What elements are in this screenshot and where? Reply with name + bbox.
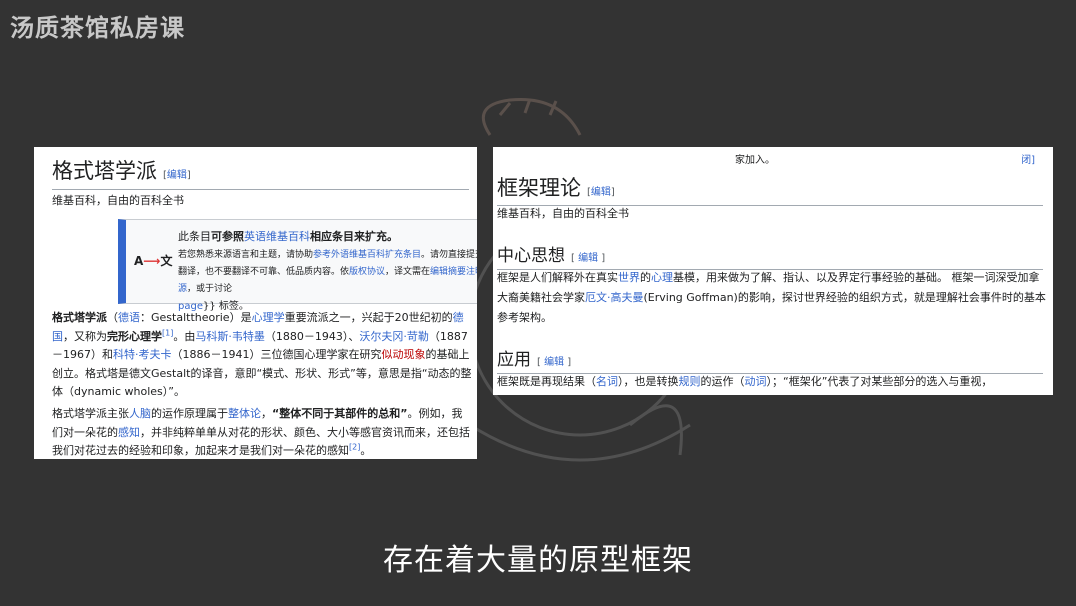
link-license[interactable]: 版权协议 [349, 267, 385, 277]
link-verb[interactable]: 动词 [745, 375, 767, 388]
link-koffka[interactable]: 科特·考夫卡 [113, 348, 172, 361]
core-paragraph: 框架是人们解释外在真实世界的心理基模，用来做为了解、指认、以及界定行事经验的基础… [497, 271, 1046, 324]
application-paragraph: 框架既是再现结果（名词），也是转换规则的运作（动词）；“框架化”代表了对某些部分… [497, 375, 993, 388]
link-brain[interactable]: 人脑 [129, 407, 151, 420]
video-subtitle: 存在着大量的原型框架 [383, 543, 693, 578]
expand-notice-box: A⟶文 此条目可参照英语维基百科相应条目来扩充。 若您熟悉来源语言和主题，请协助… [118, 219, 477, 312]
wiki-article-framing: 家加入。 闭] 框架理论 [编辑] 维基百科，自由的百科全书 中心思想[ 编辑 ]… [493, 147, 1053, 395]
article-tagline: 维基百科，自由的百科全书 [52, 194, 184, 207]
edit-link[interactable]: [ 编辑 ] [571, 253, 605, 264]
holism-paragraph: 格式塔学派主张人脑的运作原理属于整体论，“整体不同于其部件的总和”。例如，我们对… [52, 407, 470, 457]
watermark-logo: 汤质茶馆私房课 [10, 14, 185, 42]
section-heading-application: 应用[ 编辑 ] [497, 345, 1043, 374]
link-wertheimer[interactable]: 马科斯·韦特墨 [195, 330, 265, 343]
article-title: 格式塔学派 [编辑] [52, 155, 469, 190]
link-holism[interactable]: 整体论 [228, 407, 261, 420]
link-en-wiki[interactable]: 英语维基百科 [244, 230, 310, 243]
link-world[interactable]: 世界 [618, 271, 640, 284]
link-mind[interactable]: 心理 [651, 271, 673, 284]
notice-body: 若您熟悉来源语言和主题，请协助参考外语维基百科扩充条目。请勿直接提交机械翻译，也… [178, 247, 477, 316]
link-goffman[interactable]: 厄文·高夫曼 [585, 291, 644, 304]
intro-paragraph: 格式塔学派（德语：Gestalttheorie）是心理学重要流派之一，兴起于20… [52, 311, 472, 398]
ref-2[interactable]: [2] [349, 442, 360, 451]
edit-link[interactable]: [ 编辑 ] [537, 357, 571, 368]
translate-icon: A⟶文 [134, 254, 173, 268]
wiki-article-gestalt: 格式塔学派 [编辑] 维基百科，自由的百科全书 A⟶文 此条目可参照英语维基百科相… [34, 147, 477, 459]
top-fragment: 家加入。 [735, 155, 775, 166]
article-title: 框架理论 [编辑] [497, 172, 1043, 206]
ref-1[interactable]: [1] [162, 328, 173, 337]
top-link-fragment[interactable]: 闭] [1021, 151, 1035, 166]
link-kohler[interactable]: 沃尔夫冈·苛勒 [359, 330, 429, 343]
link-psychology[interactable]: 心理学 [252, 311, 285, 324]
link-expand-guide[interactable]: 参考外语维基百科扩充条目 [313, 250, 421, 260]
link-german-lang[interactable]: 德语 [118, 311, 140, 324]
article-tagline: 维基百科，自由的百科全书 [497, 207, 629, 220]
notice-headline: 此条目可参照英语维基百科相应条目来扩充。 [178, 230, 398, 243]
link-phi-phenomenon[interactable]: 似动现象 [382, 348, 426, 361]
link-noun[interactable]: 名词 [596, 375, 618, 388]
link-perception[interactable]: 感知 [118, 426, 140, 439]
edit-link[interactable]: [编辑] [587, 187, 615, 198]
edit-link[interactable]: [编辑] [163, 170, 191, 181]
link-rule[interactable]: 规则 [679, 375, 701, 388]
section-heading-core: 中心思想[ 编辑 ] [497, 241, 1043, 270]
